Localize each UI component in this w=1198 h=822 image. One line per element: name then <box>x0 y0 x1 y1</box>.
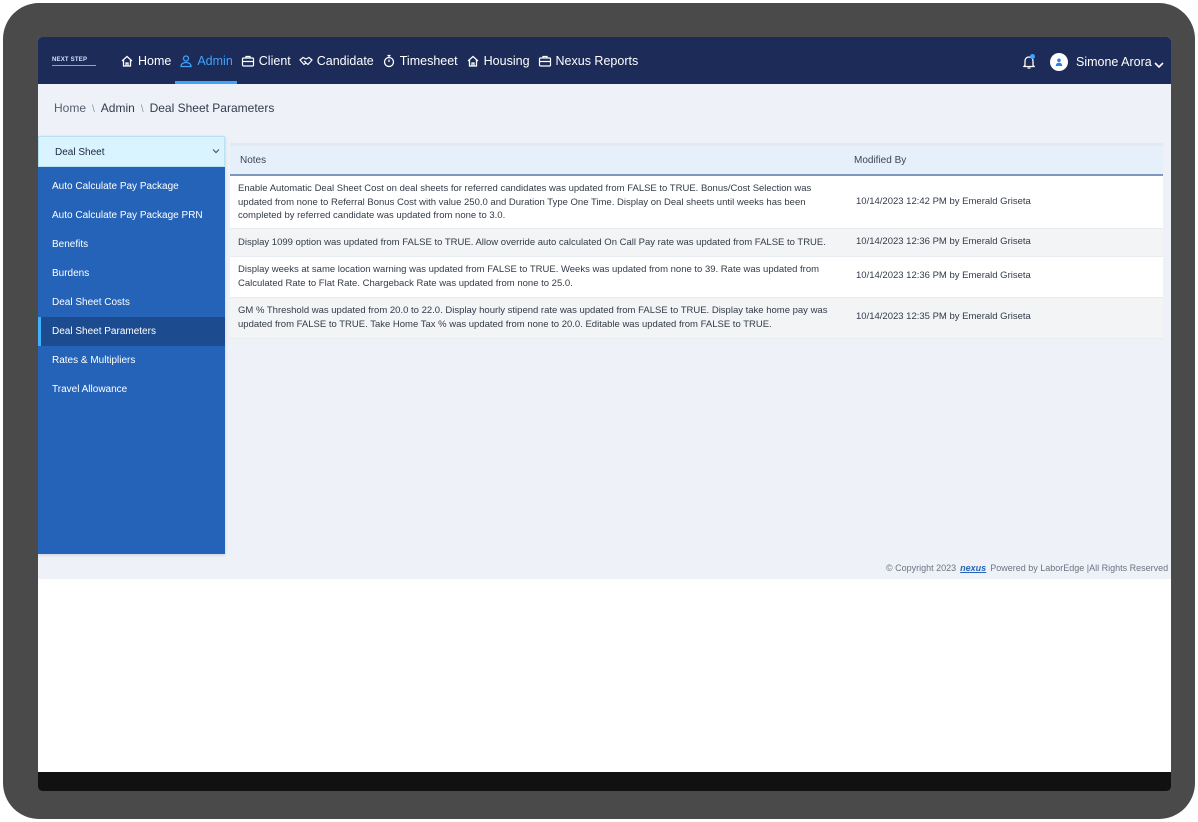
page-content: Home \ Admin \ Deal Sheet Parameters Deal Sh… <box>38 84 1171 579</box>
main-nav: Home Admin Client Candidate Timesheet Ho… <box>116 37 642 84</box>
sidebar-item-auto-calculate-pay-package[interactable]: Auto Calculate Pay Package <box>38 172 225 201</box>
user-icon <box>179 54 193 68</box>
table-row: Display weeks at same location warning w… <box>230 257 1163 298</box>
nav-timesheet[interactable]: Timesheet <box>378 37 462 84</box>
table-row: GM % Threshold was updated from 20.0 to … <box>230 298 1163 339</box>
nav-housing-label: Housing <box>483 53 530 68</box>
company-logo[interactable]: NEXT STEP <box>52 55 96 66</box>
nav-nexus-reports-label: Nexus Reports <box>555 53 639 68</box>
avatar[interactable] <box>1050 53 1068 71</box>
column-header-notes[interactable]: Notes <box>240 155 266 166</box>
row-modified-by: 10/14/2023 12:36 PM by Emerald Griseta <box>856 270 1031 281</box>
sidebar-item-rates-multipliers[interactable]: Rates & Multipliers <box>38 346 225 375</box>
table-row: Enable Automatic Deal Sheet Cost on deal… <box>230 176 1163 229</box>
bottom-bar <box>38 772 1171 791</box>
column-header-modified-by[interactable]: Modified By <box>854 155 906 166</box>
top-navbar: NEXT STEP Home Admin Client Candidate Ti… <box>38 37 1171 84</box>
chevron-down-icon <box>211 147 221 155</box>
nav-admin-label: Admin <box>197 53 233 68</box>
sidebar-item-benefits[interactable]: Benefits <box>38 230 225 259</box>
breadcrumb-separator: \ <box>92 104 95 115</box>
nav-candidate[interactable]: Candidate <box>295 37 378 84</box>
sidebar-item-deal-sheet-parameters[interactable]: Deal Sheet Parameters <box>38 317 225 346</box>
home-icon <box>120 54 134 68</box>
row-note: GM % Threshold was updated from 20.0 to … <box>238 305 828 330</box>
table-row: Display 1099 option was updated from FAL… <box>230 229 1163 257</box>
sidebar-category-select[interactable]: Deal Sheet <box>38 136 225 167</box>
breadcrumb-admin[interactable]: Admin <box>101 101 135 115</box>
breadcrumb-home[interactable]: Home <box>54 101 86 115</box>
nav-timesheet-label: Timesheet <box>399 53 458 68</box>
row-modified-by: 10/14/2023 12:35 PM by Emerald Griseta <box>856 311 1031 322</box>
stopwatch-icon <box>382 54 396 68</box>
sidebar-item-travel-allowance[interactable]: Travel Allowance <box>38 375 225 404</box>
nav-client[interactable]: Client <box>237 37 295 84</box>
app-screen: NEXT STEP Home Admin Client Candidate Ti… <box>38 37 1171 791</box>
sidebar-item-auto-calculate-pay-package-prn[interactable]: Auto Calculate Pay Package PRN <box>38 201 225 230</box>
briefcase-icon <box>538 54 552 68</box>
row-note: Display weeks at same location warning w… <box>238 264 820 289</box>
nav-client-label: Client <box>258 53 291 68</box>
row-modified-by: 10/14/2023 12:36 PM by Emerald Griseta <box>856 236 1031 247</box>
breadcrumb: Home \ Admin \ Deal Sheet Parameters <box>54 101 274 115</box>
footer-brand-logo[interactable]: nexus <box>960 563 986 573</box>
home-icon <box>466 54 480 68</box>
row-note: Enable Automatic Deal Sheet Cost on deal… <box>238 183 812 221</box>
nav-home-label: Home <box>138 53 172 68</box>
nav-nexus-reports[interactable]: Nexus Reports <box>534 37 643 84</box>
row-note: Display 1099 option was updated from FAL… <box>238 237 826 248</box>
sidebar: Deal Sheet Auto Calculate Pay Package Au… <box>38 136 225 554</box>
handshake-icon <box>298 54 313 68</box>
briefcase-icon <box>241 54 255 68</box>
user-name[interactable]: Simone Arora <box>1076 55 1152 69</box>
footer-powered-by: Powered by LaborEdge |All Rights Reserve… <box>990 563 1169 573</box>
device-frame: NEXT STEP Home Admin Client Candidate Ti… <box>3 3 1195 819</box>
notification-dot <box>1030 54 1035 59</box>
sidebar-category-value: Deal Sheet <box>55 147 105 158</box>
user-avatar-icon <box>1055 58 1063 66</box>
nav-housing[interactable]: Housing <box>462 37 534 84</box>
breadcrumb-separator: \ <box>140 104 144 115</box>
nav-home[interactable]: Home <box>116 37 175 84</box>
sidebar-item-deal-sheet-costs[interactable]: Deal Sheet Costs <box>38 288 225 317</box>
table-header: Notes Modified By <box>230 146 1163 176</box>
sidebar-item-burdens[interactable]: Burdens <box>38 259 225 288</box>
nav-candidate-label: Candidate <box>316 53 374 68</box>
page-footer: © Copyright 2023 nexus Powered by LaborEdg… <box>886 563 1168 573</box>
breadcrumb-current: Deal Sheet Parameters <box>149 101 275 115</box>
chevron-down-icon[interactable] <box>1153 57 1165 69</box>
audit-log-table: Notes Modified By Enable Automatic Deal … <box>230 143 1163 339</box>
footer-copyright: © Copyright 2023 <box>886 563 957 573</box>
row-modified-by: 10/14/2023 12:42 PM by Emerald Griseta <box>856 196 1031 207</box>
nav-admin[interactable]: Admin <box>175 37 237 84</box>
